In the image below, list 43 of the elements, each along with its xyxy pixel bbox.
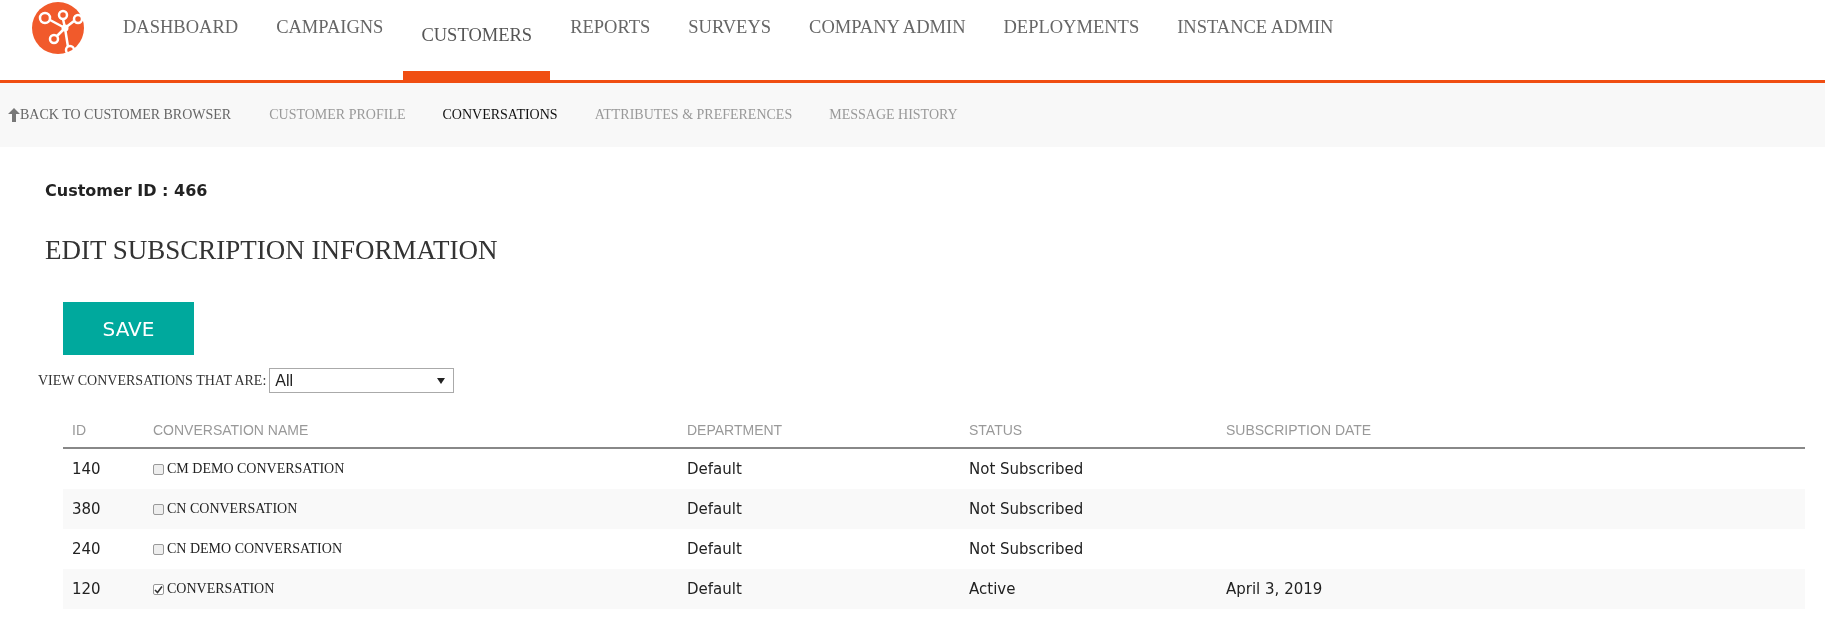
nav-tab[interactable]: COMPANY ADMIN	[791, 0, 984, 63]
conversation-name: CN CONVERSATION	[167, 501, 298, 517]
checkbox[interactable]	[153, 543, 164, 555]
nav-tab[interactable]: INSTANCE ADMIN	[1159, 0, 1352, 63]
conversation-name: CONVERSATION	[167, 581, 275, 597]
checkbox[interactable]	[153, 463, 164, 475]
id-cell: 380	[63, 489, 144, 529]
department-cell: Default	[678, 448, 960, 489]
date-cell: April 3, 2019	[1217, 569, 1805, 609]
conversation-name: CM DEMO CONVERSATION	[167, 461, 345, 477]
nav-tab[interactable]: CAMPAIGNS	[258, 0, 402, 63]
id-cell: 240	[63, 529, 144, 569]
id-cell: 140	[63, 448, 144, 489]
nav-tab[interactable]: DASHBOARD	[105, 0, 257, 63]
checkbox[interactable]	[153, 503, 164, 515]
status-cell: Active	[960, 569, 1217, 609]
department-cell: Default	[678, 569, 960, 609]
status-cell: Not Subscribed	[960, 489, 1217, 529]
subnav-tab[interactable]: CONVERSATIONS	[442, 107, 558, 123]
department-cell: Default	[678, 529, 960, 569]
caret-icon	[437, 377, 446, 384]
filter-label: VIEW CONVERSATIONS THAT ARE:	[38, 372, 267, 389]
save-button[interactable]: SAVE	[63, 302, 194, 355]
department-cell: Default	[678, 489, 960, 529]
column-header: DEPARTMENT	[678, 413, 960, 448]
nav-tab[interactable]: REPORTS	[552, 0, 669, 63]
id-cell: 120	[63, 569, 144, 609]
customer-id: Customer ID : 466	[45, 181, 209, 202]
nav-tab[interactable]: DEPLOYMENTS	[985, 0, 1158, 63]
status-cell: Not Subscribed	[960, 448, 1217, 489]
column-header: CONVERSATION NAME	[144, 413, 678, 448]
checkbox[interactable]	[153, 583, 164, 595]
column-header: ID	[63, 413, 144, 448]
logo-icon[interactable]	[32, 2, 84, 54]
back-link[interactable]: BACK TO CUSTOMER BROWSER	[20, 107, 232, 123]
column-header: STATUS	[960, 413, 1217, 448]
page-heading: EDIT SUBSCRIPTION INFORMATION	[45, 235, 499, 267]
up-arrow-icon	[8, 108, 20, 122]
nav-tab[interactable]: SURVEYS	[670, 0, 790, 63]
status-dropdown[interactable]: All	[269, 368, 455, 393]
column-header: SUBSCRIPTION DATE	[1217, 413, 1805, 448]
status-cell: Not Subscribed	[960, 529, 1217, 569]
conversation-name: CN DEMO CONVERSATION	[167, 541, 342, 557]
